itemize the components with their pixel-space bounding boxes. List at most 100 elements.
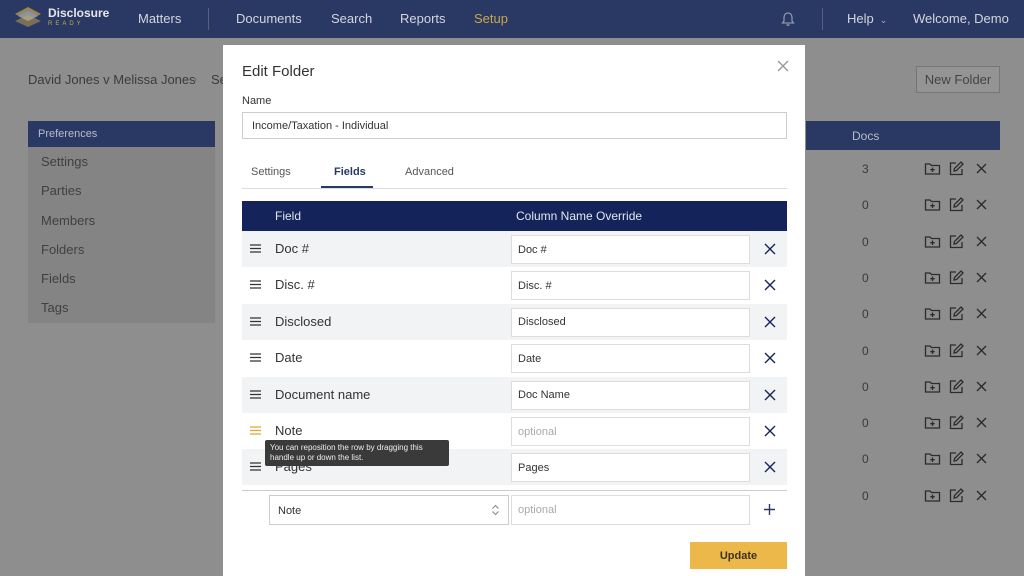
new-field-override-input[interactable] [511, 495, 750, 525]
drag-handle-icon[interactable] [250, 389, 261, 399]
edit-icon[interactable] [948, 196, 965, 213]
edit-icon[interactable] [948, 450, 965, 467]
add-folder-icon[interactable] [924, 160, 941, 177]
brand-sub: READY [48, 21, 84, 27]
chevron-right-icon: › [193, 72, 197, 86]
brand-logo[interactable]: Disclosure READY [14, 6, 109, 28]
nav-reports[interactable]: Reports [400, 11, 446, 26]
breadcrumb-matter[interactable]: David Jones v Melissa Jones [28, 72, 196, 87]
remove-field-icon[interactable] [764, 389, 776, 401]
delete-icon[interactable] [973, 160, 990, 177]
docs-column-header: Docs [852, 129, 880, 143]
column-override-input[interactable] [511, 344, 750, 374]
drag-handle-icon[interactable] [250, 462, 261, 472]
field-row: Date [242, 340, 787, 376]
tab-settings[interactable]: Settings [251, 166, 291, 178]
edit-icon[interactable] [948, 342, 965, 359]
add-folder-icon[interactable] [924, 196, 941, 213]
edit-icon[interactable] [948, 487, 965, 504]
column-override-input[interactable] [511, 453, 750, 483]
nav-divider [208, 8, 209, 30]
doc-count: 0 [862, 379, 869, 394]
add-folder-icon[interactable] [924, 450, 941, 467]
delete-icon[interactable] [973, 269, 990, 286]
edit-icon[interactable] [948, 233, 965, 250]
add-folder-icon[interactable] [924, 305, 941, 322]
drag-handle-icon[interactable] [250, 353, 261, 362]
delete-icon[interactable] [973, 378, 990, 395]
column-override-input[interactable] [511, 307, 750, 337]
delete-icon[interactable] [973, 414, 990, 431]
add-folder-icon[interactable] [924, 378, 941, 395]
edit-icon[interactable] [948, 305, 965, 322]
active-tab-indicator [321, 186, 373, 188]
notification-bell-icon[interactable] [780, 11, 796, 27]
doc-count: 0 [862, 307, 869, 322]
welcome-user[interactable]: Welcome, Demo [913, 11, 1009, 26]
add-folder-icon[interactable] [924, 487, 941, 504]
doc-count: 0 [862, 234, 869, 249]
menu-item-folders[interactable]: Folders [28, 235, 215, 264]
add-folder-icon[interactable] [924, 342, 941, 359]
remove-field-icon[interactable] [764, 425, 776, 437]
remove-field-icon[interactable] [764, 243, 776, 255]
help-menu[interactable]: Help ⌄ [847, 11, 887, 26]
menu-item-members[interactable]: Members [28, 206, 215, 235]
drag-handle-icon[interactable] [250, 317, 261, 326]
drag-handle-icon[interactable] [250, 426, 261, 435]
delete-icon[interactable] [973, 305, 990, 322]
drag-handle-tooltip: You can reposition the row by dragging t… [265, 440, 449, 466]
edit-icon[interactable] [948, 160, 965, 177]
menu-item-fields[interactable]: Fields [28, 264, 215, 293]
field-column-header: Field [275, 209, 302, 223]
doc-count: 0 [862, 488, 869, 503]
column-override-input[interactable] [511, 417, 750, 446]
new-folder-button[interactable]: New Folder [916, 66, 1000, 93]
delete-icon[interactable] [973, 196, 990, 213]
menu-item-settings[interactable]: Settings [28, 147, 215, 176]
add-folder-icon[interactable] [924, 269, 941, 286]
tab-fields[interactable]: Fields [334, 166, 366, 178]
nav-matters[interactable]: Matters [138, 11, 181, 26]
add-field-plus-icon[interactable] [763, 503, 776, 516]
preferences-menu: Preferences Settings Parties Members Fol… [28, 121, 215, 323]
nav-search[interactable]: Search [331, 11, 372, 26]
delete-icon[interactable] [973, 233, 990, 250]
logo-icon [15, 7, 41, 27]
edit-icon[interactable] [948, 269, 965, 286]
update-button[interactable]: Update [690, 542, 787, 569]
menu-item-parties[interactable]: Parties [28, 176, 215, 205]
remove-field-icon[interactable] [764, 461, 776, 473]
doc-count: 3 [862, 162, 869, 176]
drag-handle-icon[interactable] [250, 280, 261, 290]
nav-documents[interactable]: Documents [236, 11, 302, 26]
column-override-input[interactable] [511, 235, 750, 264]
drag-handle-icon[interactable] [250, 244, 261, 253]
table-row: 0 [806, 441, 1000, 477]
field-type-select[interactable]: Note [269, 495, 509, 525]
add-folder-icon[interactable] [924, 233, 941, 250]
delete-icon[interactable] [973, 450, 990, 467]
remove-field-icon[interactable] [764, 316, 776, 328]
tab-advanced[interactable]: Advanced [405, 166, 454, 178]
column-override-input[interactable] [511, 271, 750, 301]
brand-name: Disclosure [48, 6, 110, 20]
edit-icon[interactable] [948, 378, 965, 395]
folder-name-input[interactable] [242, 112, 787, 139]
add-folder-icon[interactable] [924, 414, 941, 431]
remove-field-icon[interactable] [764, 279, 776, 291]
menu-item-tags[interactable]: Tags [28, 293, 215, 322]
edit-icon[interactable] [948, 414, 965, 431]
remove-field-icon[interactable] [764, 352, 776, 364]
delete-icon[interactable] [973, 487, 990, 504]
column-override-input[interactable] [511, 380, 750, 410]
delete-icon[interactable] [973, 342, 990, 359]
close-icon[interactable] [775, 58, 791, 74]
field-row: Document name [242, 376, 787, 413]
chevron-down-icon: ⌄ [879, 15, 888, 25]
fields-table-header: Field Column Name Override [242, 201, 787, 231]
nav-setup[interactable]: Setup [474, 11, 508, 26]
table-row: 0 [806, 333, 1000, 369]
field-row: Disc. # [242, 267, 787, 303]
table-row: 0 [806, 296, 1000, 332]
